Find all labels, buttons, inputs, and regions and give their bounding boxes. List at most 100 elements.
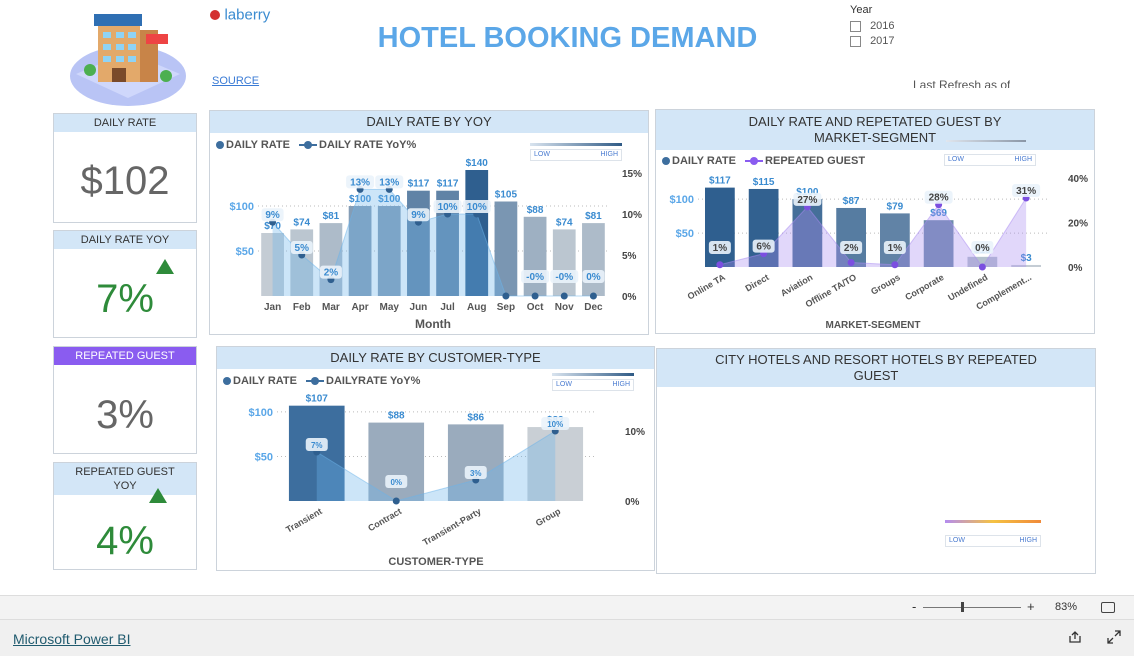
zoom-out-button[interactable]: -	[912, 599, 916, 614]
share-icon[interactable]	[1068, 630, 1082, 644]
bar-value-label: $117	[709, 176, 731, 187]
year-option-label: 2017	[870, 35, 895, 47]
fullscreen-icon[interactable]	[1107, 630, 1121, 644]
year-slicer: Year 2016 2017	[850, 4, 970, 47]
line-value-label: 2%	[844, 243, 859, 254]
y-tick-label: $50	[236, 246, 254, 258]
x-tick-label: Jun	[410, 302, 428, 313]
chart-customer-type[interactable]: DAILY RATE BY CUSTOMER-TYPE DAILY RATE D…	[216, 346, 655, 571]
zoom-in-button[interactable]: +	[1027, 599, 1035, 614]
year-option-2016[interactable]: 2016	[850, 20, 970, 32]
line-point	[531, 292, 539, 300]
x-tick-label: Corporate	[903, 272, 945, 302]
status-bar: - + 83%	[0, 595, 1134, 620]
line-value-label: 9%	[411, 210, 426, 221]
line-value-label: 2%	[324, 268, 339, 279]
hotel-illustration	[66, 4, 190, 108]
source-link[interactable]: SOURCE	[212, 75, 259, 87]
city-resort-hotels-panel[interactable]: CITY HOTELS AND RESORT HOTELS BY REPEATE…	[656, 348, 1096, 574]
y2-tick-label: 20%	[1068, 219, 1088, 230]
line-value-label: 0%	[390, 478, 402, 487]
x-tick-label: Transient	[284, 506, 324, 535]
kpi-daily-rate: DAILY RATE $102	[53, 113, 197, 223]
line-value-label: 9%	[265, 210, 280, 221]
zoom-level: 83%	[1055, 601, 1078, 613]
line-value-label: -0%	[555, 272, 573, 283]
x-tick-label: Jan	[264, 302, 281, 313]
bar-value-label: $88	[388, 411, 405, 422]
checkbox-icon[interactable]	[850, 20, 861, 32]
kpi-title: REPEATED GUEST	[54, 347, 196, 365]
x-tick-label: Online TA	[686, 272, 728, 302]
zoom-slider[interactable]	[923, 602, 1021, 612]
line-value-label: 1%	[713, 243, 728, 254]
x-tick-label: Direct	[744, 272, 771, 293]
x-tick-label: Sep	[497, 302, 515, 313]
gradient-high-label: HIGH	[1019, 537, 1038, 544]
line-value-label: 7%	[311, 441, 323, 450]
logo-text: laberry	[224, 6, 271, 24]
bar-value-label: $115	[753, 177, 775, 188]
x-tick-label: Groups	[869, 272, 902, 297]
x-tick-label: Aviation	[779, 272, 814, 298]
line-point	[847, 259, 855, 267]
y-tick-label: $100	[249, 407, 273, 419]
refresh-text: Last Refresh as of	[913, 79, 1011, 88]
line-value-label: 27%	[797, 195, 817, 206]
chart-market-segment[interactable]: DAILY RATE AND REPETATED GUEST BY MARKET…	[655, 109, 1095, 334]
bar-value-label: $79	[887, 201, 904, 212]
line-value-label: -0%	[526, 272, 544, 283]
line-point	[392, 497, 400, 505]
bar-value-label: $81	[585, 211, 602, 222]
line-point	[891, 261, 899, 269]
line-point	[716, 261, 724, 269]
line-value-label: 13%	[350, 177, 370, 188]
x-axis-title: MARKET-SEGMENT	[826, 320, 921, 331]
chart-plot: $100$5015%10%5%0%$70Jan$74Feb$81Mar$100A…	[230, 158, 643, 331]
kpi-value: $102	[80, 159, 170, 203]
line-point	[978, 263, 986, 271]
line-value-label: 13%	[379, 177, 399, 188]
bar	[523, 216, 547, 296]
chart-title: CITY HOTELS AND RESORT HOTELS BY REPEATE…	[657, 349, 1095, 387]
bar	[552, 229, 576, 296]
kpi-value: 7%	[96, 277, 154, 321]
bar-value-label: $117	[437, 179, 459, 190]
kpi-repeated-guest: REPEATED GUEST 3%	[53, 346, 197, 454]
footer: Microsoft Power BI	[0, 619, 1134, 656]
kpi-daily-rate-yoy: DAILY RATE YOY 7%	[53, 230, 197, 338]
line-value-label: 10%	[438, 202, 458, 213]
x-tick-label: Apr	[351, 302, 368, 313]
x-tick-label: Nov	[555, 302, 574, 313]
year-option-2017[interactable]: 2017	[850, 35, 970, 47]
x-tick-label: Oct	[527, 302, 544, 313]
bar-value-label: $107	[306, 394, 329, 405]
x-tick-label: Group	[534, 506, 563, 528]
gradient-bar	[945, 520, 1041, 523]
y-tick-label: $100	[670, 194, 694, 206]
power-bi-link[interactable]: Microsoft Power BI	[13, 631, 130, 647]
y2-tick-label: 0%	[625, 497, 640, 508]
y2-tick-label: 0%	[1068, 263, 1083, 274]
bar-value-label: $140	[466, 158, 489, 169]
line-point	[560, 292, 568, 300]
line-value-label: 5%	[295, 243, 310, 254]
kpi-repeated-guest-yoy: REPEATED GUEST YOY 4%	[53, 462, 197, 570]
x-tick-label: Contract	[366, 506, 403, 533]
x-tick-label: Jul	[440, 302, 455, 313]
bar	[705, 187, 735, 267]
chart-daily-rate-yoy[interactable]: DAILY RATE BY YOY DAILY RATE DAILY RATE …	[209, 110, 649, 335]
bar-value-label: $88	[527, 205, 544, 216]
bar-value-label: $74	[293, 217, 310, 228]
triangle-up-icon	[156, 259, 174, 274]
line-value-label: 0%	[586, 272, 601, 283]
zoom-slider-handle[interactable]	[961, 602, 964, 612]
line-value-label: 10%	[467, 202, 487, 213]
bar-value-label: $74	[556, 217, 573, 228]
line-value-label: 28%	[929, 193, 949, 204]
checkbox-icon[interactable]	[850, 35, 861, 47]
gradient-low-label: LOW	[949, 537, 965, 544]
x-tick-label: Aug	[467, 302, 486, 313]
fit-to-page-icon[interactable]	[1101, 602, 1115, 613]
triangle-up-icon	[149, 488, 167, 503]
